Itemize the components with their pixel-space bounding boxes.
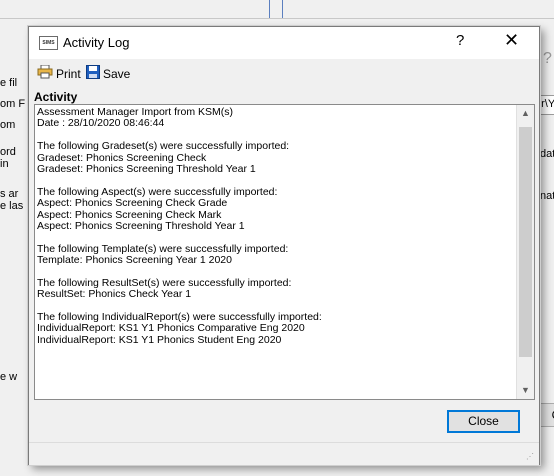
activity-log-lines: Assessment Manager Import from KSM(s) Dat… <box>37 106 515 346</box>
log-line: Date : 28/10/2020 08:46:44 <box>37 117 165 130</box>
printer-icon <box>37 64 53 82</box>
background-label: e las <box>0 200 24 212</box>
vertical-scrollbar[interactable]: ▲ ▼ <box>516 105 534 399</box>
background-label: e w <box>0 371 18 383</box>
activity-column-header: Activity <box>34 90 515 104</box>
background-label: in <box>0 158 9 170</box>
close-button[interactable]: Close <box>447 410 520 433</box>
log-line: Aspect: Phonics Screening Threshold Year… <box>37 219 245 232</box>
background-divider <box>269 0 270 18</box>
activity-log-textbox[interactable]: Assessment Manager Import from KSM(s) Dat… <box>34 104 535 400</box>
background-side-text: natio <box>540 190 554 202</box>
log-line: Aspect: Phonics Screening Check Grade <box>37 197 228 210</box>
log-line: The following Gradeset(s) were successfu… <box>37 140 290 153</box>
background-label: ord <box>0 146 16 158</box>
toolbar: Print Save <box>29 60 539 86</box>
background-label: s ar <box>0 188 19 200</box>
background-label: e fil <box>0 77 18 89</box>
print-button[interactable]: Print <box>37 64 81 82</box>
resize-grip-icon[interactable]: ⋰ <box>526 452 536 462</box>
log-line: IndividualReport: KS1 Y1 Phonics Student… <box>37 333 282 346</box>
scroll-up-icon[interactable]: ▲ <box>517 105 534 122</box>
background-button[interactable]: C <box>540 403 554 427</box>
background-side-text: data <box>540 148 554 160</box>
background-divider <box>282 0 283 18</box>
scrollbar-thumb[interactable] <box>519 127 532 357</box>
background-label: om F <box>0 98 26 110</box>
dialog-title: Activity Log <box>63 35 130 50</box>
background-help-icon: ? <box>543 50 552 67</box>
save-button[interactable]: Save <box>86 65 130 82</box>
activity-log-dialog: SIMS Activity Log ? ✕ Print Save Activit… <box>28 26 540 465</box>
background-top-strip <box>0 0 554 19</box>
scroll-down-icon[interactable]: ▼ <box>517 382 534 399</box>
title-bar[interactable]: SIMS Activity Log ? ✕ <box>29 27 539 59</box>
floppy-disk-icon <box>86 65 100 82</box>
log-line: ResultSet: Phonics Check Year 1 <box>37 288 192 301</box>
print-label: Print <box>56 66 81 81</box>
status-bar: ⋰ <box>29 442 539 465</box>
close-icon[interactable]: ✕ <box>504 30 519 51</box>
save-label: Save <box>103 66 131 81</box>
log-line: Gradeset: Phonics Screening Threshold Ye… <box>37 162 256 175</box>
log-line: Template: Phonics Screening Year 1 2020 <box>37 254 232 267</box>
background-path-field: er\Y <box>535 95 554 115</box>
help-button[interactable]: ? <box>456 32 464 49</box>
background-label: om <box>0 119 16 131</box>
sims-logo-icon: SIMS <box>39 36 58 50</box>
